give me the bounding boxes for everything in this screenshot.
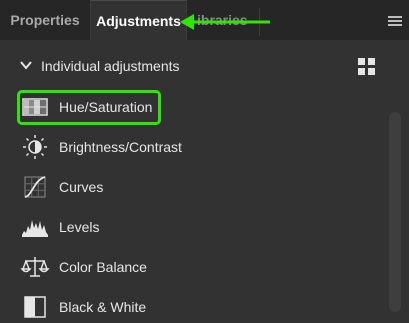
- curves-icon: [24, 176, 46, 198]
- black-white-icon: [24, 296, 46, 318]
- item-label: Black & White: [59, 299, 147, 315]
- item-label: Brightness/Contrast: [59, 139, 182, 155]
- individual-adjustments-header[interactable]: Individual adjustments: [0, 48, 380, 86]
- highlight-box: [17, 90, 161, 125]
- chevron-down-icon[interactable]: [20, 60, 32, 70]
- brightness-contrast-icon: [23, 135, 47, 159]
- panel-menu-icon[interactable]: [388, 16, 402, 26]
- grid-view-icon[interactable]: [358, 58, 376, 76]
- annotation-arrow-icon: [180, 14, 270, 30]
- color-balance-icon: [20, 257, 50, 277]
- adjustment-item-curves[interactable]: Curves: [20, 171, 350, 203]
- tab-properties[interactable]: Properties: [0, 0, 90, 40]
- adjustment-item-brightness-contrast[interactable]: Brightness/Contrast: [20, 131, 350, 163]
- item-label: Color Balance: [59, 259, 147, 275]
- item-label: Levels: [59, 219, 100, 235]
- adjustment-item-black-white[interactable]: Black & White: [20, 291, 350, 323]
- tab-adjustments[interactable]: Adjustments: [90, 0, 187, 40]
- item-label: Curves: [59, 179, 104, 195]
- adjustment-item-color-balance[interactable]: Color Balance: [20, 251, 350, 283]
- scrollbar[interactable]: [389, 112, 401, 312]
- levels-icon: [22, 220, 48, 237]
- adjustment-item-levels[interactable]: Levels: [20, 211, 350, 243]
- section-title: Individual adjustments: [41, 58, 180, 74]
